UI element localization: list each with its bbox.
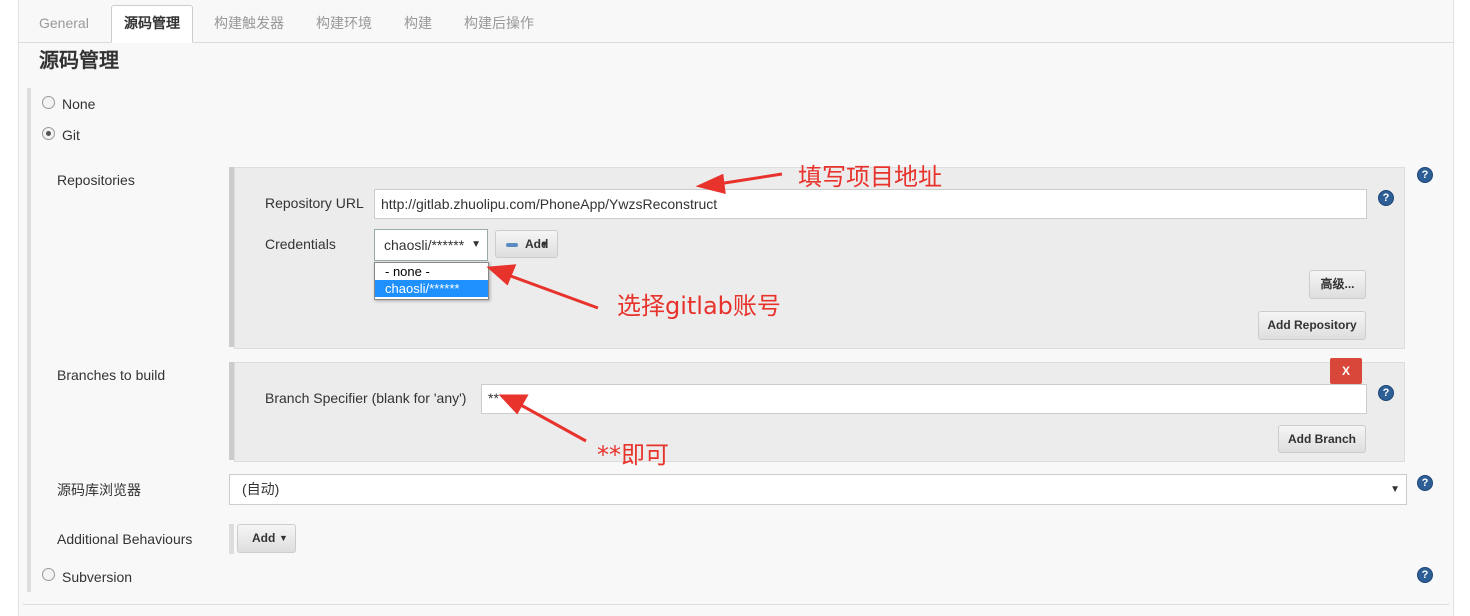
url-arrow-head — [695, 173, 726, 194]
credentials-annotation: 选择gitlab账号 — [617, 292, 781, 320]
branch-arrow-line — [518, 402, 587, 443]
branch-annotation: **即可 — [597, 441, 669, 469]
url-arrow-line — [717, 172, 783, 186]
credentials-arrow-line — [507, 273, 599, 310]
branch-arrow-head — [498, 394, 529, 415]
credentials-arrow-head — [486, 264, 517, 286]
url-annotation: 填写项目地址 — [798, 163, 942, 191]
